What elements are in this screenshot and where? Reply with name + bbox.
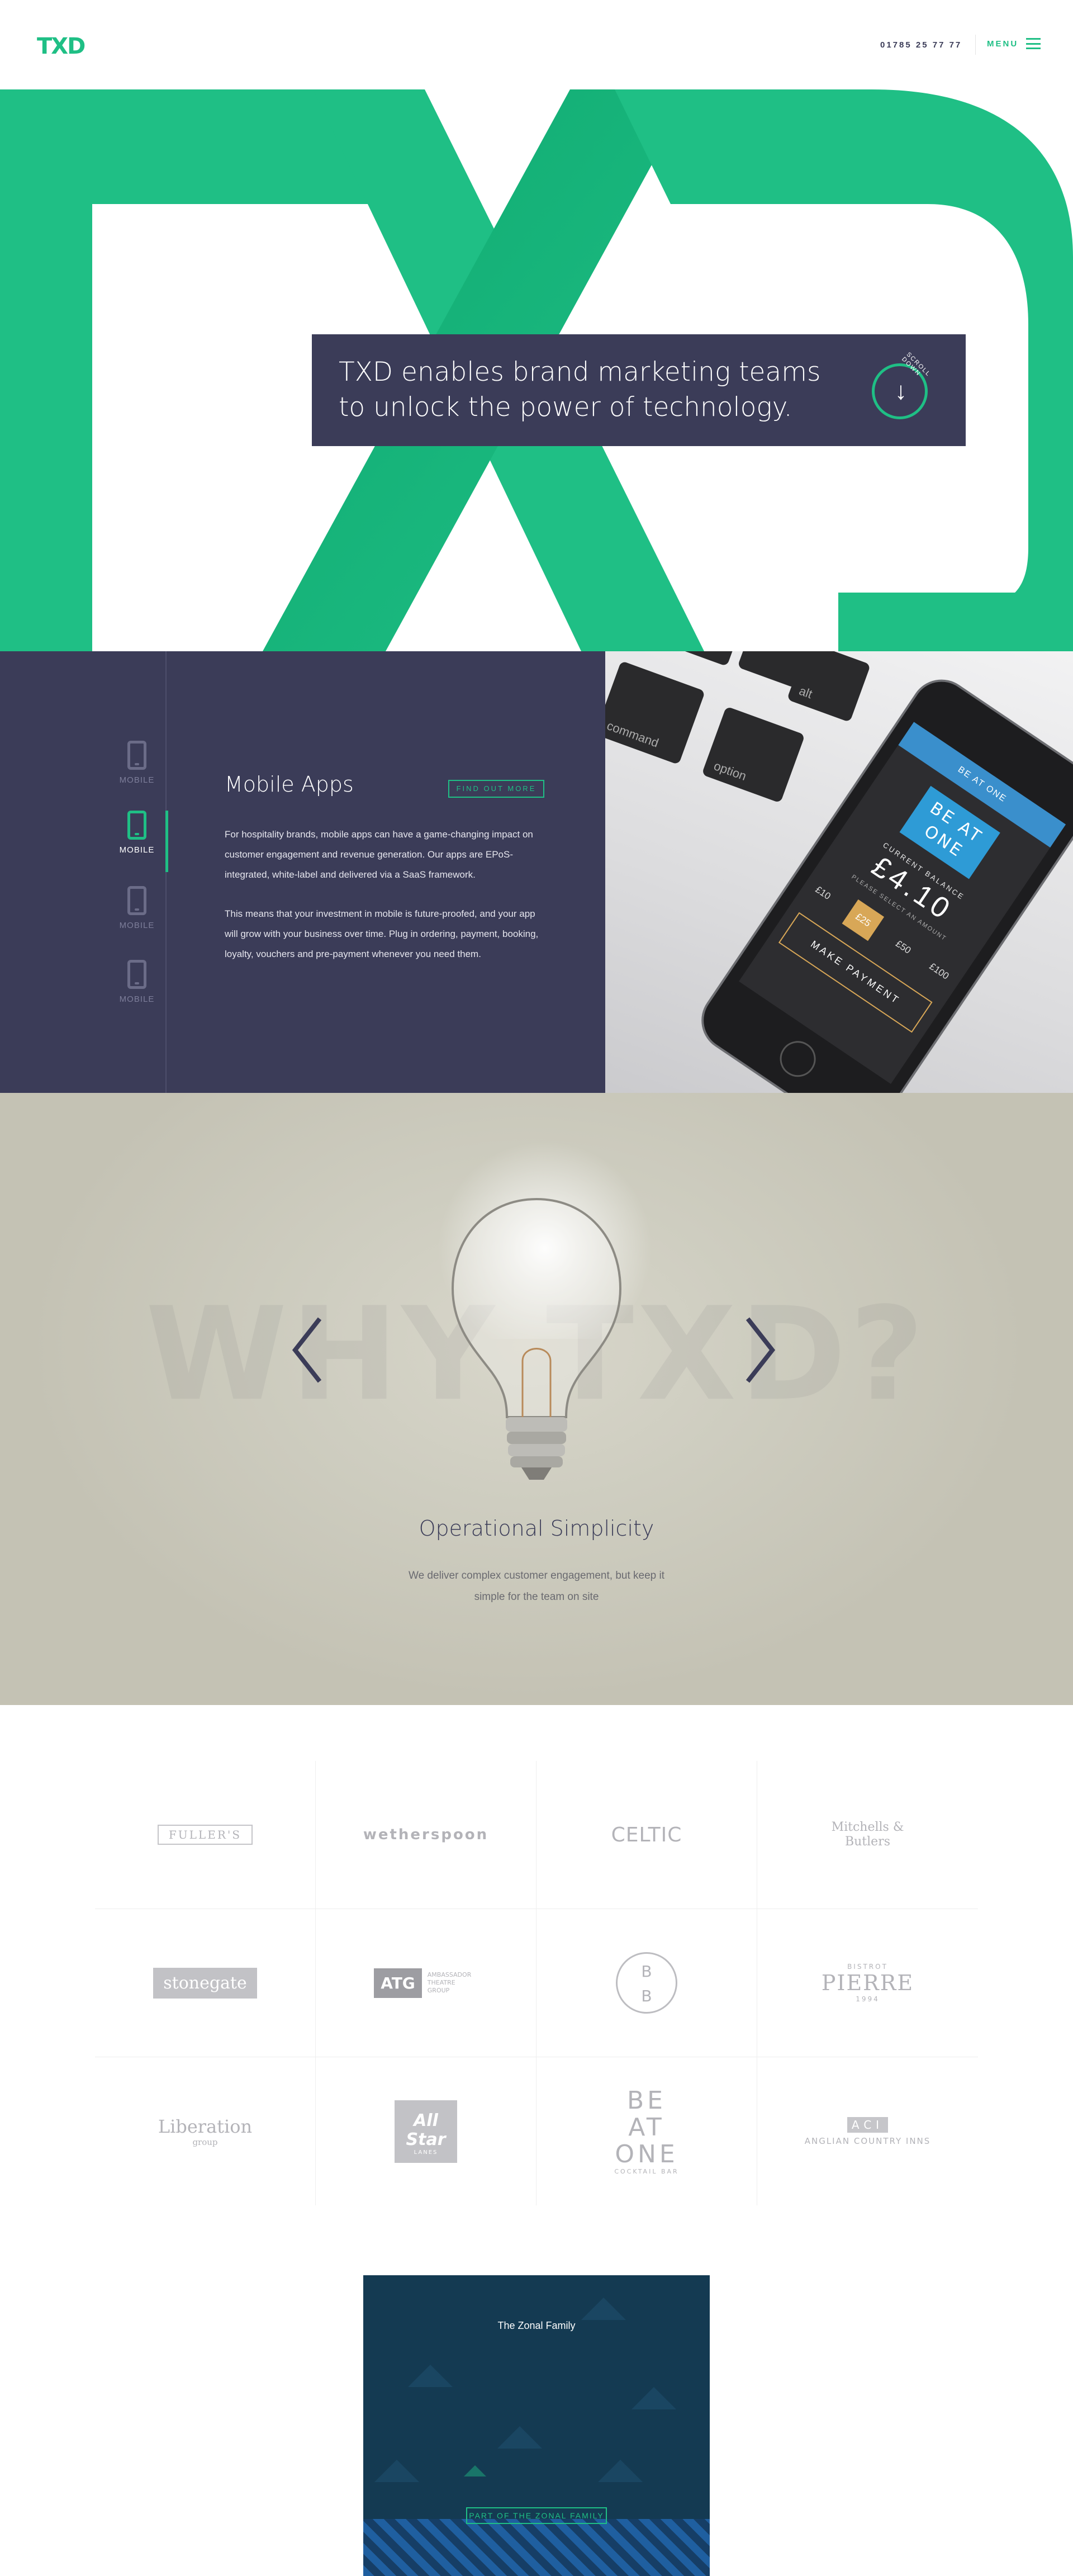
product-panel: MOBILE MOBILE MOBILE MOBILE Mobile Apps … bbox=[0, 651, 605, 1093]
tab-label: MOBILE bbox=[119, 775, 155, 785]
client-logo-fullers: FULLER'S bbox=[95, 1761, 316, 1909]
menu-label: MENU bbox=[987, 39, 1019, 49]
why-slide-subtitle: We deliver complex customer engagement, … bbox=[409, 1570, 664, 1603]
amount-option-selected: £25 bbox=[842, 899, 885, 941]
hero-section: TXD enables brand marketing teams to unl… bbox=[0, 89, 1073, 651]
mobile-device-icon bbox=[127, 741, 146, 770]
zonal-family-banner[interactable]: The Zonal Family PART OF THE ZONAL FAMIL… bbox=[363, 2275, 710, 2576]
product-title: Mobile Apps bbox=[225, 772, 354, 797]
all-star-name: All Star bbox=[406, 2110, 446, 2149]
celtic-logo: CELTIC bbox=[611, 1823, 682, 1846]
client-logo-mitchells-butlers: Mitchells & Butlers bbox=[757, 1761, 978, 1909]
client-logo-anglian-country-inns: ACI ANGLIAN COUNTRY INNS bbox=[757, 2057, 978, 2205]
keyboard-key: command bbox=[605, 660, 706, 765]
tab-mobile-3[interactable]: MOBILE bbox=[106, 886, 168, 948]
be-at-one-logo: BE AT ONE COCKTAIL BAR bbox=[607, 2086, 686, 2176]
light-bulb-illustration bbox=[451, 1197, 622, 1480]
product-paragraph: For hospitality brands, mobile apps can … bbox=[225, 829, 533, 880]
client-logo-stonegate: stonegate bbox=[95, 1909, 316, 2057]
client-logo-be-at-one: BE AT ONE COCKTAIL BAR bbox=[536, 2057, 757, 2205]
tab-rail bbox=[165, 651, 167, 1093]
active-tab-indicator bbox=[165, 811, 168, 872]
pierre-label: PIERRE bbox=[821, 1971, 914, 1995]
client-logo-bistrot-pierre: BISTROT PIERRE 1994 bbox=[757, 1909, 978, 2057]
zonal-stripe-band bbox=[363, 2519, 710, 2576]
atg-mark: ATG bbox=[374, 1968, 422, 1998]
atg-logo: ATG AMBASSADOR THEATRE GROUP bbox=[374, 1968, 478, 1998]
why-slide-title: Operational Simplicity bbox=[419, 1516, 654, 1541]
fullers-logo: FULLER'S bbox=[157, 1825, 253, 1845]
tab-mobile-1[interactable]: MOBILE bbox=[106, 741, 168, 802]
keyboard-key bbox=[663, 651, 748, 667]
tab-label: MOBILE bbox=[119, 921, 155, 930]
menu-button[interactable]: MENU bbox=[987, 38, 1041, 49]
all-star-logo: All Star LANES bbox=[395, 2100, 457, 2163]
amount-option: £50 bbox=[894, 938, 913, 956]
tab-label: MOBILE bbox=[119, 995, 155, 1004]
hamburger-icon bbox=[1026, 38, 1041, 49]
liberation-logo: Liberation group bbox=[158, 2116, 252, 2147]
zonal-badge: PART OF THE ZONAL FAMILY bbox=[466, 2507, 607, 2524]
hero-message-box: TXD enables brand marketing teams to unl… bbox=[312, 334, 966, 446]
bb-logo: B B bbox=[616, 1952, 677, 2014]
find-out-more-button[interactable]: FIND OUT MORE bbox=[448, 780, 544, 798]
liberation-sub: group bbox=[192, 2137, 218, 2147]
key-label: command bbox=[605, 718, 661, 750]
client-logo-celtic: CELTIC bbox=[536, 1761, 757, 1909]
client-logo-atg: ATG AMBASSADOR THEATRE GROUP bbox=[316, 1909, 536, 2057]
previous-arrow-icon[interactable] bbox=[291, 1317, 324, 1384]
anglian-name: ANGLIAN COUNTRY INNS bbox=[804, 2135, 931, 2146]
product-paragraph: This means that your investment in mobil… bbox=[225, 908, 539, 959]
phone-home-button bbox=[773, 1034, 823, 1084]
anglian-logo: ACI ANGLIAN COUNTRY INNS bbox=[804, 2116, 931, 2146]
client-logo-all-star: All Star LANES bbox=[316, 2057, 536, 2205]
be-at-one-sub: COCKTAIL BAR bbox=[614, 2168, 679, 2175]
phone-number-link[interactable]: 01785 25 77 77 bbox=[880, 40, 962, 50]
header-divider bbox=[975, 35, 976, 55]
mobile-device-icon bbox=[127, 811, 146, 840]
mobile-device-icon bbox=[127, 886, 146, 915]
hero-headline: TXD enables brand marketing teams to unl… bbox=[339, 357, 821, 423]
stonegate-logo: stonegate bbox=[153, 1967, 257, 1999]
amount-option: £10 bbox=[813, 884, 833, 902]
pierre-year: 1994 bbox=[856, 1995, 880, 2003]
arrow-down-icon: ↓ bbox=[895, 377, 907, 405]
product-photo: command option alt BE AT ONE BE AT ONE C… bbox=[605, 651, 1073, 1093]
product-description: For hospitality brands, mobile apps can … bbox=[225, 825, 549, 983]
why-txd-section: WHY TXD? Operational Simplicity We deliv… bbox=[0, 1093, 1073, 1705]
client-logo-grid: FULLER'S wetherspoon CELTIC Mitchells & … bbox=[95, 1761, 978, 2208]
site-header: TXD 01785 25 77 77 MENU bbox=[0, 0, 1073, 89]
tab-mobile-2[interactable]: MOBILE bbox=[106, 811, 168, 872]
next-arrow-icon[interactable] bbox=[743, 1317, 777, 1384]
tab-mobile-4[interactable]: MOBILE bbox=[106, 960, 168, 1021]
all-star-sub: LANES bbox=[414, 2149, 438, 2156]
aci-mark: ACI bbox=[847, 2116, 889, 2133]
bistrot-label: BISTROT bbox=[847, 1963, 888, 1971]
client-logo-bb: B B bbox=[536, 1909, 757, 2057]
tab-label: MOBILE bbox=[119, 845, 155, 855]
key-label: option bbox=[712, 759, 748, 784]
atg-name: AMBASSADOR THEATRE GROUP bbox=[427, 1971, 472, 1994]
bistrot-pierre-logo: BISTROT PIERRE 1994 bbox=[822, 1963, 914, 2003]
txd-logo[interactable]: TXD bbox=[37, 34, 86, 59]
product-section: MOBILE MOBILE MOBILE MOBILE Mobile Apps … bbox=[0, 651, 1073, 1093]
be-at-one-name: BE AT ONE bbox=[615, 2086, 678, 2168]
liberation-name: Liberation bbox=[158, 2115, 253, 2137]
mitchells-butlers-logo: Mitchells & Butlers bbox=[831, 1820, 904, 1849]
wetherspoon-logo: wetherspoon bbox=[363, 1826, 489, 1843]
zonal-title: The Zonal Family bbox=[497, 2320, 576, 2331]
mobile-device-icon bbox=[127, 960, 146, 989]
client-logo-liberation: Liberation group bbox=[95, 2057, 316, 2205]
amount-option: £100 bbox=[927, 960, 951, 982]
client-logo-wetherspoon: wetherspoon bbox=[316, 1761, 536, 1909]
